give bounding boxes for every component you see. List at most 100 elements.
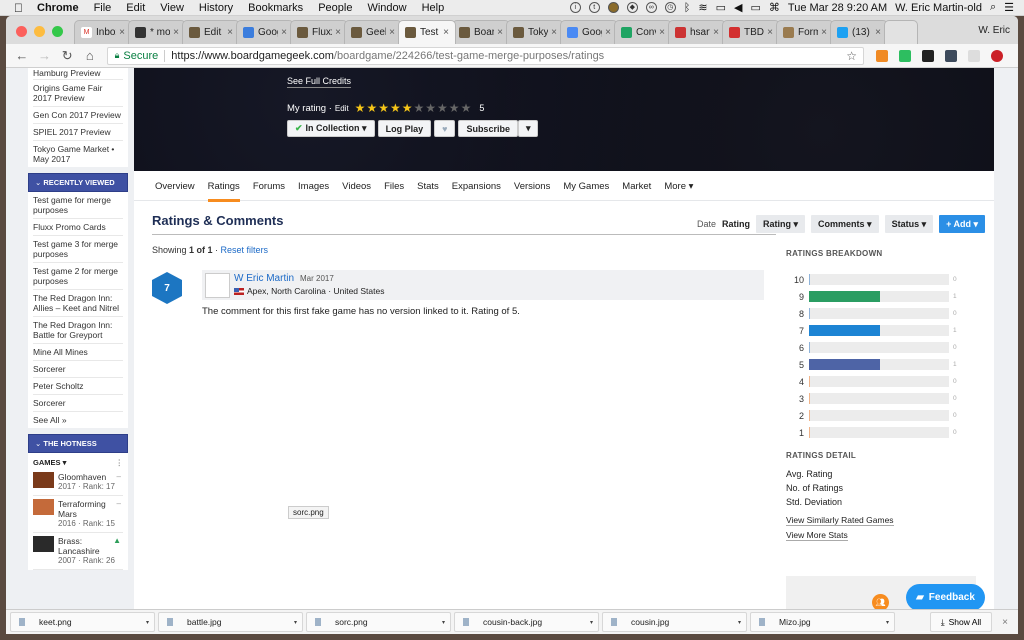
- download-options-icon[interactable]: ▾: [886, 619, 889, 626]
- download-item[interactable]: cousin.jpg ▾: [602, 612, 747, 632]
- recently-viewed-item[interactable]: The Red Dragon Inn: Battle for Greyport: [33, 317, 123, 344]
- hotness-header[interactable]: THE HOTNESS: [28, 434, 128, 453]
- home-button[interactable]: ⌂: [83, 48, 97, 63]
- reset-filters-link[interactable]: Reset filters: [221, 245, 269, 255]
- similarly-rated-link[interactable]: View Similarly Rated Games: [786, 515, 894, 526]
- tab-14[interactable]: (13) ×: [830, 20, 888, 44]
- star-icon[interactable]: ★: [461, 101, 472, 115]
- download-options-icon[interactable]: ▾: [590, 619, 593, 626]
- in-collection-button[interactable]: ✔ In Collection ▾: [287, 120, 375, 137]
- download-item[interactable]: battle.jpg ▾: [158, 612, 303, 632]
- tab-8[interactable]: Tokyo×: [506, 20, 564, 44]
- star-icon[interactable]: ★: [437, 101, 448, 115]
- download-item[interactable]: sorc.png ▾: [306, 612, 451, 632]
- download-options-icon[interactable]: ▾: [738, 619, 741, 626]
- tab-close-icon[interactable]: ×: [821, 27, 827, 38]
- ext-dots-icon[interactable]: [944, 49, 957, 62]
- log-play-button[interactable]: Log Play: [377, 120, 432, 137]
- tab-close-icon[interactable]: ×: [173, 27, 179, 38]
- tab-forums[interactable]: Forums: [253, 173, 285, 201]
- tab-close-icon[interactable]: ×: [497, 27, 503, 38]
- sidebar-preview-item[interactable]: Hamburg Preview: [33, 68, 123, 80]
- wifi-icon[interactable]: ≋: [698, 1, 707, 14]
- recently-viewed-item[interactable]: Peter Scholtz: [33, 378, 123, 395]
- tab-stats[interactable]: Stats: [417, 173, 439, 201]
- notification-center-icon[interactable]: ☰: [1004, 1, 1014, 14]
- game-thumbnail[interactable]: [33, 536, 54, 552]
- keyboard-icon[interactable]: ⌘: [769, 1, 780, 14]
- recently-viewed-item[interactable]: Test game 3 for merge purposes: [33, 236, 123, 263]
- download-options-icon[interactable]: ▾: [146, 619, 149, 626]
- download-options-icon[interactable]: ▾: [442, 619, 445, 626]
- menu-edit[interactable]: Edit: [126, 2, 145, 14]
- tab-videos[interactable]: Videos: [342, 173, 371, 201]
- recently-viewed-item[interactable]: See All »: [33, 412, 123, 428]
- hot-game-item[interactable]: Brass: Lancashire 2007 · Rank: 26 ▲: [33, 533, 123, 570]
- subscribe-button[interactable]: Subscribe: [458, 120, 518, 137]
- ext-circle-icon[interactable]: [967, 49, 980, 62]
- apple-menu-icon[interactable]: : [14, 1, 23, 15]
- close-downloads-icon[interactable]: ×: [1002, 617, 1008, 628]
- tab-12[interactable]: TBD ×: [722, 20, 780, 44]
- tab-close-icon[interactable]: ×: [767, 27, 773, 38]
- tab-4[interactable]: Fluxx×: [290, 20, 348, 44]
- download-item[interactable]: cousin-back.jpg ▾: [454, 612, 599, 632]
- menu-people[interactable]: People: [318, 2, 352, 14]
- tab-1[interactable]: * mo ×: [128, 20, 186, 44]
- menu-bookmarks[interactable]: Bookmarks: [248, 2, 303, 14]
- address-bar[interactable]: 🔒︎ Secure https://www.boardgamegeek.com …: [106, 46, 864, 65]
- sidebar-preview-item[interactable]: SPIEL 2017 Preview: [33, 124, 123, 141]
- close-window-button[interactable]: [16, 26, 27, 37]
- ext-crown-icon[interactable]: [875, 49, 888, 62]
- add-button[interactable]: + Add ▾: [939, 215, 986, 233]
- tab-my-games[interactable]: My Games: [563, 173, 609, 201]
- star-icon[interactable]: ★: [449, 101, 460, 115]
- show-all-downloads-button[interactable]: ⤓ Show All: [930, 612, 992, 632]
- tab-7[interactable]: Board×: [452, 20, 510, 44]
- ext-buffer-icon[interactable]: [921, 49, 934, 62]
- tab-close-icon[interactable]: ×: [443, 27, 449, 38]
- tab-versions[interactable]: Versions: [514, 173, 550, 201]
- tab-ratings[interactable]: Ratings: [207, 173, 241, 202]
- tab-close-icon[interactable]: ×: [659, 27, 665, 38]
- tab-close-icon[interactable]: ×: [713, 27, 719, 38]
- tab-expansions[interactable]: Expansions: [452, 173, 501, 201]
- menu-help[interactable]: Help: [422, 2, 445, 14]
- menu-view[interactable]: View: [160, 2, 184, 14]
- tab-close-icon[interactable]: ×: [605, 27, 611, 38]
- status-icon-2[interactable]: t: [588, 2, 600, 13]
- volume-icon[interactable]: ◀: [734, 1, 742, 14]
- recently-viewed-item[interactable]: Mine All Mines: [33, 344, 123, 361]
- sidebar-preview-item[interactable]: Origins Game Fair 2017 Preview: [33, 80, 123, 107]
- battery-icon[interactable]: ▭: [750, 1, 760, 14]
- menu-file[interactable]: File: [94, 2, 112, 14]
- star-icon[interactable]: ★: [355, 101, 366, 115]
- rating-stars[interactable]: ★ ★ ★ ★ ★ ★ ★ ★ ★ ★: [355, 101, 472, 115]
- download-item[interactable]: keet.png ▾: [10, 612, 155, 632]
- tab-close-icon[interactable]: ×: [281, 27, 287, 38]
- profile-name[interactable]: W. Eric: [978, 25, 1010, 36]
- user-name-link[interactable]: W Eric Martin: [234, 273, 294, 284]
- recently-viewed-item[interactable]: The Red Dragon Inn: Allies – Keet and Ni…: [33, 290, 123, 317]
- hot-game-title[interactable]: Brass: Lancashire: [58, 536, 110, 556]
- ext-pinterest-icon[interactable]: [990, 49, 1003, 62]
- hot-game-item[interactable]: Terraforming Mars 2016 · Rank: 15 –: [33, 496, 123, 533]
- user-avatar[interactable]: [205, 273, 230, 298]
- tab-13[interactable]: Form×: [776, 20, 834, 44]
- comments-filter-button[interactable]: Comments ▾: [811, 215, 879, 233]
- tab-files[interactable]: Files: [384, 173, 404, 201]
- hot-game-title[interactable]: Terraforming Mars: [58, 499, 110, 519]
- star-icon[interactable]: ★: [414, 101, 425, 115]
- status-icon-3[interactable]: [607, 2, 619, 13]
- tab-close-icon[interactable]: ×: [227, 27, 233, 38]
- tab-images[interactable]: Images: [298, 173, 329, 201]
- games-dropdown[interactable]: GAMES ▾: [33, 458, 66, 467]
- spotlight-icon[interactable]: ⌕: [990, 1, 996, 14]
- tab-more[interactable]: More ▾: [664, 173, 693, 201]
- tab-close-icon[interactable]: ×: [389, 27, 395, 38]
- reload-button[interactable]: ↻: [60, 48, 74, 64]
- star-icon[interactable]: ★: [390, 101, 401, 115]
- star-icon[interactable]: ★: [378, 101, 389, 115]
- sidebar-preview-item[interactable]: Gen Con 2017 Preview: [33, 107, 123, 124]
- recently-viewed-item[interactable]: Fluxx Promo Cards: [33, 219, 123, 236]
